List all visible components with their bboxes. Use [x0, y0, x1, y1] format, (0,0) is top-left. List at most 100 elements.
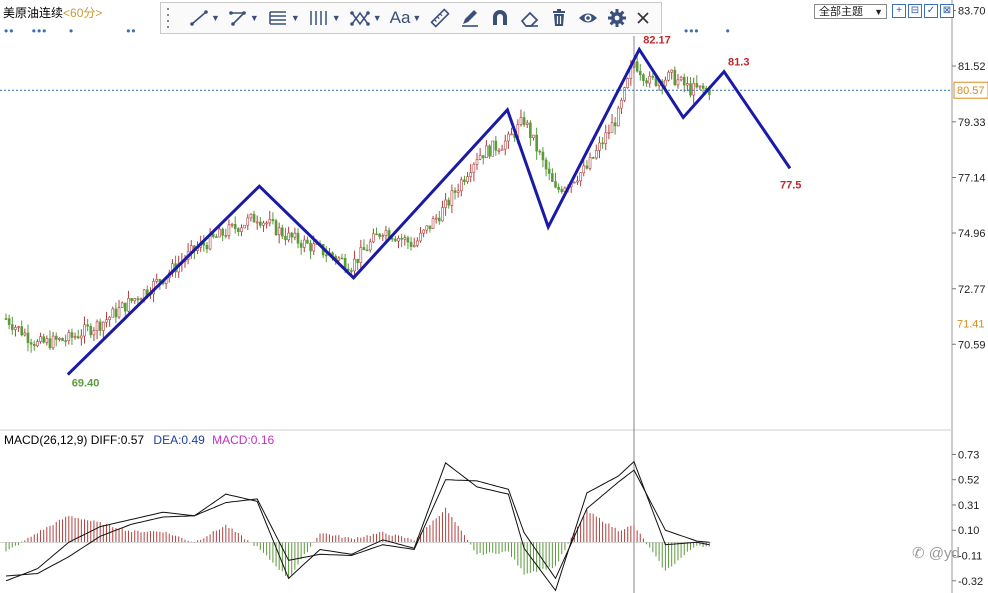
price-candle	[645, 80, 648, 84]
pattern-tool-button[interactable]: ▼	[345, 5, 386, 31]
price-candle	[604, 132, 608, 144]
split-window-button[interactable]: ⊟	[908, 4, 922, 18]
magnet-tool-button[interactable]	[485, 5, 515, 31]
price-candle	[664, 79, 667, 87]
price-candle	[32, 343, 36, 347]
zigzag-peak-label: 82.17	[643, 34, 671, 46]
price-candle	[560, 189, 564, 192]
price-candle	[394, 238, 397, 242]
price-candle	[544, 159, 548, 170]
price-candle	[246, 217, 250, 226]
price-candle	[491, 140, 495, 157]
text-tool-button[interactable]: Aa ▼	[386, 5, 426, 31]
price-candle	[299, 242, 303, 248]
chevron-down-icon: ▼	[412, 13, 422, 23]
chevron-down-icon: ▼	[211, 13, 220, 23]
cycle-tool-button[interactable]: ▼	[304, 5, 345, 31]
price-candle	[613, 122, 617, 127]
macd-axis-tick-label: -0.32	[958, 576, 983, 588]
polyline-tool-button[interactable]: ▼	[224, 5, 263, 31]
price-candle	[102, 321, 105, 331]
price-candle	[45, 338, 49, 343]
price-candle	[438, 217, 441, 222]
visibility-tool-button[interactable]	[573, 5, 603, 31]
price-candle	[510, 133, 513, 136]
price-candle	[475, 158, 479, 165]
period-label[interactable]: <60分>	[63, 6, 102, 20]
cycle-lines-icon	[310, 11, 327, 25]
gear-icon	[608, 9, 627, 27]
price-candle	[350, 270, 353, 272]
price-candle	[434, 217, 438, 220]
price-candle	[51, 335, 55, 349]
price-candle	[86, 324, 89, 327]
price-candle	[695, 83, 699, 88]
zigzag-trend-line[interactable]	[66, 46, 792, 376]
price-candle	[14, 327, 17, 330]
price-candle	[670, 69, 673, 73]
price-candle	[240, 227, 243, 233]
price-candle	[689, 83, 692, 96]
price-candle	[80, 335, 83, 339]
price-candle	[255, 221, 259, 224]
chart-title: 美原油连续<60分>	[3, 4, 102, 21]
theme-selector[interactable]: 全部主题 ▼	[814, 4, 887, 19]
price-candle	[124, 302, 127, 312]
price-candle	[428, 225, 432, 229]
fib-tool-button[interactable]: ▼	[263, 5, 304, 31]
text-icon: Aa	[389, 8, 411, 27]
price-candle	[26, 332, 30, 343]
delete-tool-button[interactable]	[545, 5, 573, 31]
price-candle	[61, 337, 64, 341]
close-icon	[637, 12, 649, 24]
ruler-tool-button[interactable]	[425, 5, 455, 31]
price-candle	[92, 330, 96, 336]
price-candle	[127, 298, 130, 312]
macd-name: MACD(26,12,9)	[4, 433, 88, 447]
price-candle	[290, 232, 294, 238]
price-candle	[494, 140, 498, 151]
price-candle	[673, 69, 677, 86]
price-candle	[324, 254, 328, 257]
price-candle	[588, 156, 592, 169]
price-candle	[36, 341, 39, 347]
macd-indicator-label[interactable]: MACD(26,12,9) DIFF:0.57 DEA:0.49 MACD:0.…	[4, 433, 274, 447]
price-candle	[243, 224, 246, 229]
price-candle	[585, 165, 589, 169]
price-candle	[70, 332, 74, 338]
macd-axis-tick-label: 0.73	[958, 449, 979, 461]
price-candle	[463, 179, 466, 183]
price-candle	[579, 172, 582, 182]
price-marker-label: 71.41	[957, 318, 985, 330]
price-candle	[488, 145, 491, 157]
price-candle	[281, 227, 284, 237]
price-candle	[466, 176, 469, 183]
price-candle	[444, 199, 447, 208]
price-candle	[422, 229, 425, 234]
macd-axis-tick-label: 0.52	[958, 475, 979, 487]
price-candle	[302, 239, 306, 248]
price-candle	[532, 134, 535, 139]
zigzag-peak-label: 77.5	[780, 179, 801, 191]
price-candle	[692, 83, 695, 96]
price-candle	[638, 70, 642, 76]
price-candle	[378, 233, 381, 237]
chart-canvas[interactable]: 83.70 81.52 79.33 77.14 74.96 72.77 70.59 80.57…	[0, 0, 988, 593]
price-candle	[551, 173, 554, 182]
line-tool-button[interactable]: ▼	[185, 5, 224, 31]
eraser-tool-button[interactable]	[515, 5, 545, 31]
chevron-down-icon: ▼	[372, 13, 382, 23]
close-window-button[interactable]: ⊠	[940, 4, 954, 18]
price-candle	[98, 321, 102, 331]
pen-tool-button[interactable]	[455, 5, 485, 31]
price-candle	[233, 224, 237, 229]
price-candle	[701, 85, 705, 89]
toolbar-grip-handle[interactable]	[167, 8, 181, 28]
confirm-window-button[interactable]: ✓	[924, 4, 938, 18]
price-candle	[456, 190, 460, 193]
add-window-button[interactable]: +	[892, 4, 906, 18]
settings-tool-button[interactable]	[603, 5, 631, 31]
close-toolbar-button[interactable]	[631, 5, 655, 31]
price-candle	[450, 190, 454, 206]
price-candle	[507, 133, 510, 142]
